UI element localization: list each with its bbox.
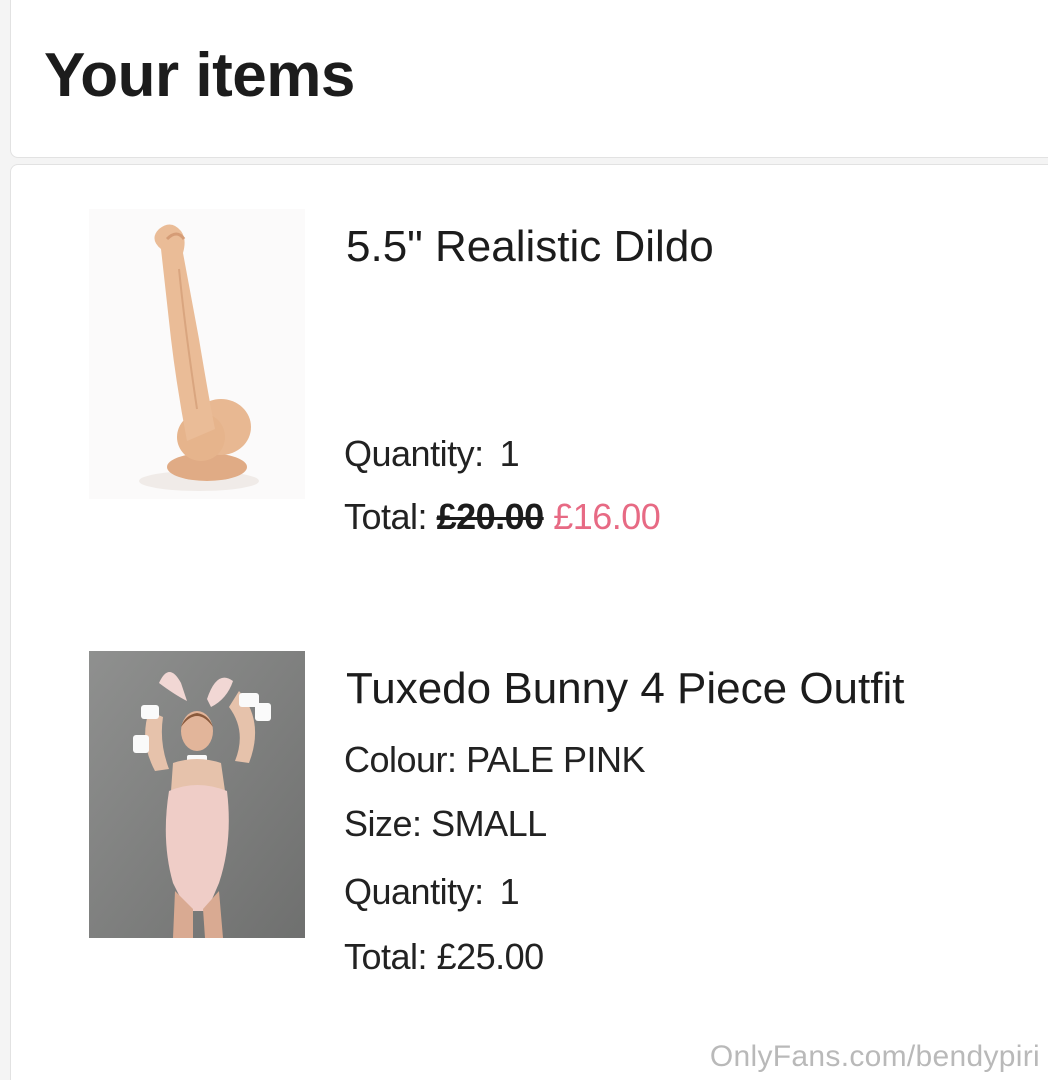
total-row: Total: £20.00 £16.00 (344, 495, 661, 539)
size-value: SMALL (431, 803, 547, 844)
item-name[interactable]: 5.5" Realistic Dildo (346, 219, 714, 275)
sale-price: £16.00 (553, 496, 661, 537)
product-image[interactable] (89, 209, 305, 499)
size-row: Size: SMALL (344, 802, 547, 846)
colour-row: Colour: PALE PINK (344, 738, 645, 782)
quantity-label: Quantity: (344, 433, 484, 474)
size-label: Size: (344, 803, 422, 844)
item-name[interactable]: Tuxedo Bunny 4 Piece Outfit (346, 661, 904, 717)
total-label: Total: (344, 936, 428, 977)
colour-label: Colour: (344, 739, 457, 780)
page: Your items 5.5" Realistic Dildo Quantity… (0, 0, 1048, 1080)
quantity-row: Quantity: 1 (344, 432, 520, 476)
original-price: £20.00 (436, 496, 545, 537)
quantity-value: 1 (499, 871, 520, 912)
colour-value: PALE PINK (466, 739, 645, 780)
product-image[interactable] (89, 651, 305, 938)
quantity-value: 1 (499, 433, 520, 474)
watermark: OnlyFans.com/bendypiri (709, 1040, 1040, 1073)
quantity-row: Quantity: 1 (344, 870, 520, 914)
header-card: Your items (10, 0, 1048, 158)
bunny-outfit-product-image (89, 651, 305, 938)
item-price: £25.00 (436, 936, 545, 977)
quantity-label: Quantity: (344, 871, 484, 912)
page-title: Your items (44, 41, 355, 110)
total-label: Total: (344, 496, 428, 537)
items-list: 5.5" Realistic Dildo Quantity: 1 Total: £… (10, 164, 1048, 1080)
total-row: Total: £25.00 (344, 935, 544, 979)
realistic-dildo-product-image (89, 209, 305, 499)
